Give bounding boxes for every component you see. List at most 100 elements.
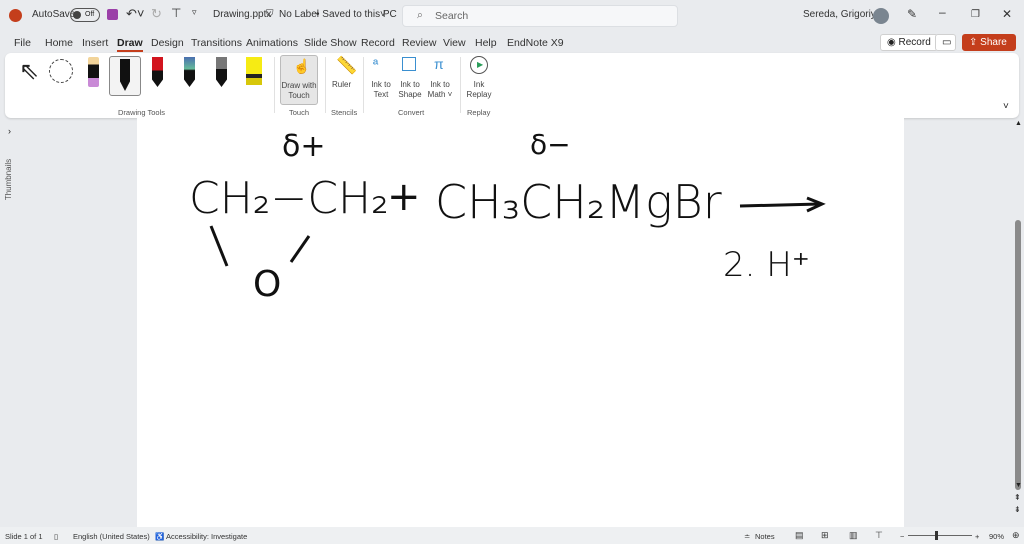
tab-review[interactable]: Review (402, 37, 436, 49)
share-label: Share (980, 37, 1007, 48)
sensitivity-label[interactable]: No Label (279, 9, 319, 20)
thumbnails-pane-collapsed[interactable]: › Thumbnails (0, 120, 22, 525)
tab-animations[interactable]: Animations (246, 37, 298, 49)
group-label-convert: Convert (398, 108, 425, 117)
redo-icon[interactable]: ↻ (151, 6, 162, 22)
highlighter-yellow[interactable] (246, 57, 262, 85)
ink-to-math-button[interactable]: π Ink to Math ˅ (425, 56, 455, 101)
ink-drawing: δ+ δ− CH₂−CH₂ + CH₃CH₂MgBr O 2. H⁺ (189, 128, 826, 305)
comment-icon: ▭ (942, 37, 952, 48)
tab-file[interactable]: File (14, 37, 31, 49)
ink-to-shape-button[interactable]: Ink to Shape (396, 56, 424, 101)
pen-black-selected[interactable] (109, 56, 141, 96)
group-label-replay: Replay (467, 108, 491, 117)
ribbon: ⇖ Drawing Tools ☝ Draw with Touch Touch 📏… (5, 53, 1019, 118)
tab-home[interactable]: Home (45, 37, 73, 49)
search-placeholder: Search (435, 10, 469, 22)
zoom-level[interactable]: 90% (989, 532, 1004, 541)
scrollbar-thumb[interactable] (1015, 220, 1021, 490)
pen-icon[interactable]: ✎ (907, 7, 917, 21)
tab-slide-show[interactable]: Slide Show (304, 37, 357, 49)
eraser-icon[interactable] (88, 57, 99, 87)
label: Ink to (371, 80, 391, 89)
record-button[interactable]: ◉ Record (880, 34, 938, 51)
comments-button[interactable]: ▭ (935, 34, 956, 51)
draw-with-touch-button[interactable]: ☝ Draw with Touch (280, 55, 318, 105)
ruler-button[interactable]: 📏 Ruler (330, 56, 358, 96)
ink-to-text-button[interactable]: ª Ink to Text (368, 56, 394, 101)
ink-to-text-icon: ª (373, 56, 379, 72)
pen-galaxy[interactable] (184, 57, 195, 87)
slide-canvas[interactable]: δ+ δ− CH₂−CH₂ + CH₃CH₂MgBr O 2. H⁺ (137, 118, 904, 527)
fit-to-window-icon[interactable]: ⊕ (1012, 530, 1020, 541)
autosave-toggle[interactable]: Off (70, 8, 100, 22)
accessibility-status[interactable]: Accessibility: Investigate (166, 532, 247, 541)
tab-endnote[interactable]: EndNote X9 (507, 37, 564, 49)
present-icon[interactable]: ⊤ (171, 6, 181, 20)
group-label-stencils: Stencils (331, 108, 358, 117)
tab-transitions[interactable]: Transitions (191, 37, 242, 49)
tab-insert[interactable]: Insert (82, 37, 108, 49)
scroll-down-icon[interactable]: ▼ (1015, 482, 1022, 489)
undo-icon[interactable]: ↶˅ (126, 6, 144, 22)
notes-icon[interactable]: ≐ (744, 532, 750, 541)
group-label-touch: Touch (289, 108, 310, 117)
tab-design[interactable]: Design (151, 37, 184, 49)
select-arrow-icon[interactable]: ⇖ (19, 57, 39, 86)
chevron-down-icon[interactable]: ˅ (380, 9, 386, 20)
zoom-in-icon[interactable]: + (975, 532, 979, 541)
ink-replay-button[interactable]: ▶ Ink Replay (464, 56, 494, 101)
label: Ruler (332, 80, 352, 89)
tab-view[interactable]: View (443, 37, 466, 49)
next-slide-icon[interactable]: ⇟ (1014, 505, 1021, 514)
ink-to-math-icon: π (434, 56, 444, 72)
label: Text (373, 90, 389, 99)
search-input[interactable]: ⌕ Search (402, 5, 678, 27)
expand-chevron-icon[interactable]: › (8, 126, 11, 136)
zoom-out-icon[interactable]: − (900, 532, 904, 541)
label: Replay (466, 90, 492, 99)
ink-plus: + (387, 174, 421, 220)
label: Shape (398, 90, 422, 99)
language[interactable]: English (United States) (73, 532, 150, 541)
thumbnails-label: Thumbnails (4, 158, 14, 201)
reading-view-icon[interactable]: ▥ (849, 530, 858, 541)
ink-delta-minus: δ− (530, 128, 571, 161)
lasso-select-icon[interactable] (49, 59, 73, 83)
slide-show-icon[interactable]: ⊤ (875, 530, 883, 541)
replay-icon: ▶ (470, 56, 488, 74)
pen-red[interactable] (152, 57, 163, 87)
ink-oxygen: O (253, 264, 281, 305)
save-icon[interactable] (107, 9, 118, 20)
label: Math ˅ (427, 90, 453, 99)
close-icon[interactable]: ✕ (1002, 7, 1012, 21)
vertical-scrollbar[interactable]: ▲ ▼ ⇞ ⇟ (1012, 120, 1024, 525)
file-name[interactable]: Drawing.pptx (213, 9, 271, 20)
ink-to-shape-icon (402, 57, 416, 71)
customize-qat-icon[interactable]: ▿ (192, 7, 197, 18)
group-label-drawing-tools: Drawing Tools (118, 108, 165, 117)
minimize-icon[interactable]: – (939, 5, 946, 19)
title-bar: AutoSave Off ↶˅ ↻ ⊤ ▿ Drawing.pptx ⛉ No … (0, 0, 1024, 31)
spell-check-icon[interactable]: ▯ (54, 532, 58, 541)
label: Touch (288, 91, 310, 100)
notes-button[interactable]: Notes (755, 532, 775, 541)
normal-view-icon[interactable]: ▤ (795, 530, 804, 541)
previous-slide-icon[interactable]: ⇞ (1014, 493, 1021, 502)
tab-draw[interactable]: Draw (117, 37, 143, 52)
zoom-slider-thumb[interactable] (935, 531, 938, 540)
record-icon: ◉ (887, 37, 899, 48)
accessibility-icon[interactable]: ♿ (155, 532, 164, 541)
scroll-up-icon[interactable]: ▲ (1015, 120, 1022, 127)
restore-icon[interactable]: ❐ (971, 9, 980, 20)
slide-sorter-icon[interactable]: ⊞ (821, 530, 829, 541)
avatar[interactable] (873, 8, 889, 24)
zoom-slider[interactable] (908, 531, 972, 540)
share-icon: ⇪ (969, 37, 981, 48)
collapse-ribbon-chevron-icon[interactable]: ˅ (1003, 101, 1009, 112)
share-button[interactable]: ⇪ Share (962, 34, 1016, 51)
tab-help[interactable]: Help (475, 37, 497, 49)
pencil[interactable] (216, 57, 227, 87)
tab-record[interactable]: Record (361, 37, 395, 49)
ribbon-tabs: File Home Insert Draw Design Transitions… (0, 33, 1024, 53)
